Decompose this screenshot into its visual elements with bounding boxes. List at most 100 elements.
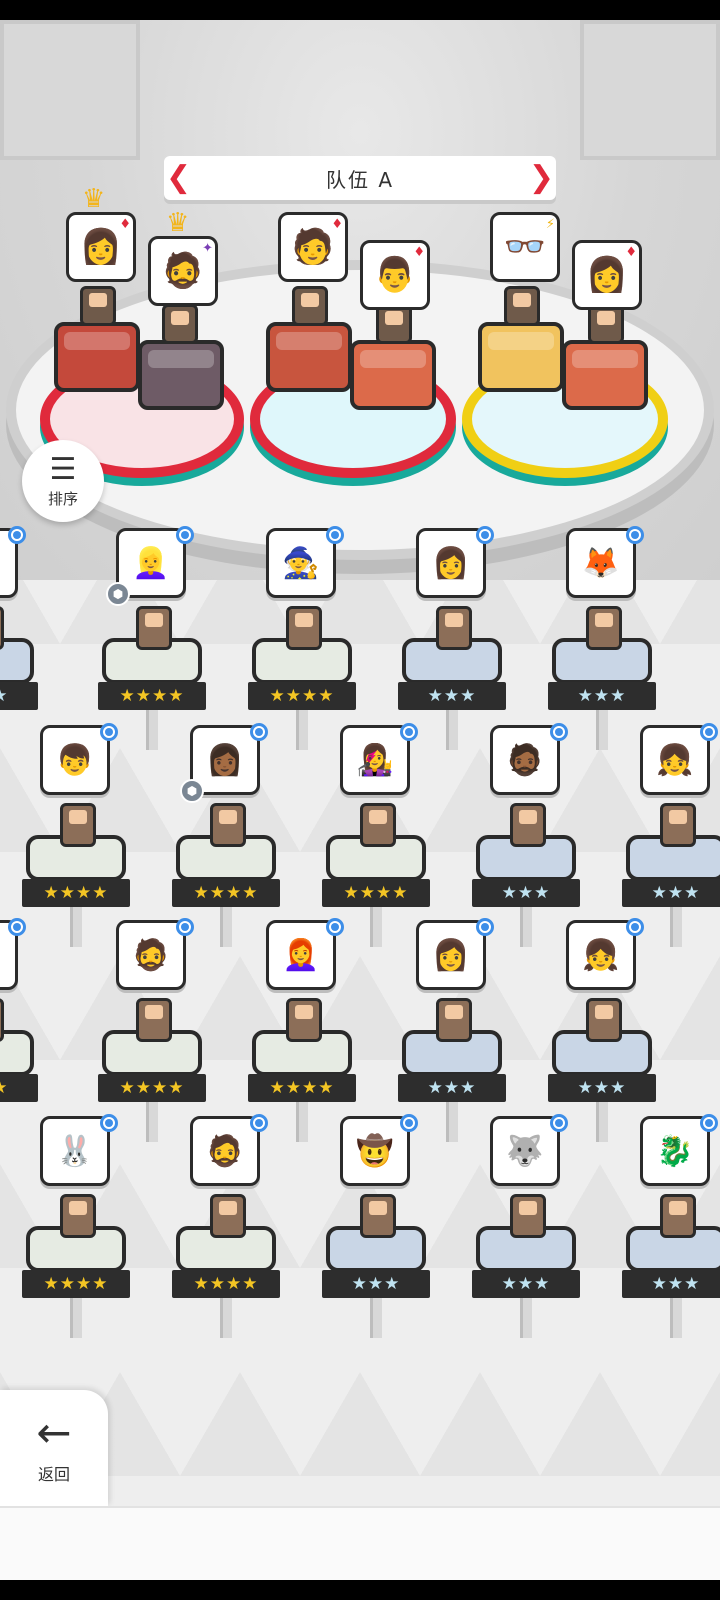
team-sprite-1 — [80, 286, 116, 326]
star-rating: ★★★★ — [98, 1074, 206, 1102]
hero-portrait[interactable]: 🦊 — [566, 528, 636, 598]
hero-card[interactable]: ★★★ 👩 — [398, 526, 510, 750]
hero-portrait[interactable]: 🧔 — [190, 1116, 260, 1186]
star-rating: ★★★ — [0, 682, 38, 710]
back-label: 返回 — [37, 1465, 70, 1484]
hero-card[interactable]: ★★★★ 🧙 — [248, 526, 360, 750]
hero-card[interactable]: ★★★ 🐉 — [622, 1114, 720, 1338]
element-badge-icon: ✦ — [202, 241, 213, 256]
chevron-left-icon[interactable]: ❮ — [166, 160, 191, 196]
hero-sprite — [660, 803, 696, 847]
hero-card[interactable]: ★★★★ 👱‍♀️ ⬢ — [98, 526, 210, 750]
star-rating: ★★★★ — [22, 879, 130, 907]
hero-card[interactable]: ★★★★ 🧔 — [172, 1114, 284, 1338]
hero-portrait[interactable]: 👩 — [416, 528, 486, 598]
hero-card[interactable]: ★★★ 👧 — [0, 526, 42, 728]
back-button[interactable]: ← 返回 — [0, 1390, 108, 1506]
hero-card[interactable]: ★★★★ 👩🏾 ⬢ — [172, 723, 284, 947]
hero-portrait[interactable]: 👩 — [416, 920, 486, 990]
crown-icon: ♛ — [166, 208, 190, 238]
status-dot-icon — [100, 1114, 118, 1132]
hero-portrait[interactable]: 👦 — [40, 725, 110, 795]
hero-sprite — [210, 803, 246, 847]
star-rating: ★★★ — [472, 1270, 580, 1298]
hero-sprite — [60, 803, 96, 847]
hero-portrait[interactable]: 🧔🏾 — [490, 725, 560, 795]
pedestal-pole — [70, 907, 82, 947]
team-pedestal-5 — [478, 322, 564, 392]
team-portrait-3[interactable]: 🧑 ♦ — [278, 212, 348, 282]
team-portrait-1[interactable]: 👩 ♦ — [66, 212, 136, 282]
hero-sprite — [660, 1194, 696, 1238]
status-dot-icon — [626, 918, 644, 936]
team-portrait-6[interactable]: 👩 ♦ — [572, 240, 642, 310]
hero-pedestal — [0, 1030, 34, 1076]
pedestal-pole — [670, 1298, 682, 1338]
character-portrait-icon: 👩‍🦰 — [282, 937, 320, 973]
hero-card[interactable]: ★★★ 🐺 — [472, 1114, 584, 1338]
pedestal-pole — [146, 1102, 158, 1142]
team-sprite-3 — [292, 286, 328, 326]
hero-card[interactable]: ★★★ 👩 — [398, 918, 510, 1142]
hero-portrait[interactable]: 👩‍🦰 — [266, 920, 336, 990]
character-portrait-icon: 🧔 — [206, 1133, 244, 1169]
status-dot-icon — [700, 1114, 718, 1132]
pedestal-pole — [520, 907, 532, 947]
character-portrait-icon: 🦊 — [582, 545, 620, 581]
status-dot-icon — [700, 723, 718, 741]
pedestal-pole — [220, 1298, 232, 1338]
hero-portrait[interactable]: 👧 — [566, 920, 636, 990]
hero-sprite — [286, 606, 322, 650]
hero-card[interactable]: ★★★ 👱 — [0, 918, 42, 1120]
team-portrait-4[interactable]: 👨 ♦ — [360, 240, 430, 310]
hero-portrait[interactable]: 👩‍🎤 — [340, 725, 410, 795]
character-portrait-icon: 🐉 — [656, 1133, 694, 1169]
star-rating: ★★★★ — [172, 1270, 280, 1298]
status-dot-icon — [250, 723, 268, 741]
hero-portrait[interactable]: 🧙 — [266, 528, 336, 598]
team-portrait-5[interactable]: 👓 ⚡ — [490, 212, 560, 282]
team-title: 队伍 A — [325, 167, 395, 192]
character-portrait-icon: 👱‍♀️ — [132, 545, 170, 581]
hero-card[interactable]: ★★★ 👧 — [548, 918, 660, 1142]
hero-card[interactable]: ★★★★ 🧔 — [98, 918, 210, 1142]
character-portrait-icon: 👩‍🎤 — [356, 742, 394, 778]
star-rating: ★★★ — [548, 682, 656, 710]
team-banner[interactable]: ❮ 队伍 A ❯ — [164, 156, 556, 200]
crown-icon: ♛ — [82, 184, 106, 214]
character-portrait-icon: 🐺 — [506, 1133, 544, 1169]
pedestal-pole — [220, 907, 232, 947]
character-portrait-icon: 👨 — [373, 255, 417, 295]
character-portrait-icon: 👧 — [0, 546, 2, 581]
chevron-right-icon[interactable]: ❯ — [529, 160, 554, 196]
hero-card[interactable]: ★★★★ 👦 — [22, 723, 134, 947]
hero-card[interactable]: ★★★ 🧔🏾 — [472, 723, 584, 947]
hero-portrait[interactable]: 🤠 — [340, 1116, 410, 1186]
team-sprite-6 — [588, 304, 624, 344]
pedestal-pole — [596, 710, 608, 750]
hero-portrait[interactable]: 👧 — [640, 725, 710, 795]
character-portrait-icon: 👩 — [432, 937, 470, 973]
sort-button[interactable]: ☰ 排序 — [22, 440, 104, 522]
hero-portrait[interactable]: 🐺 — [490, 1116, 560, 1186]
hero-card[interactable]: ★★★ 🤠 — [322, 1114, 434, 1338]
hero-card[interactable]: ★★★★ 👩‍🦰 — [248, 918, 360, 1142]
team-portrait-2[interactable]: 🧔 ✦ — [148, 236, 218, 306]
pedestal-pole — [296, 1102, 308, 1142]
character-portrait-icon: 👧 — [582, 937, 620, 973]
hero-sprite — [136, 998, 172, 1042]
hero-portrait[interactable]: 🐉 — [640, 1116, 710, 1186]
element-badge-icon: ♦ — [625, 245, 637, 260]
hero-portrait[interactable]: 🧔 — [116, 920, 186, 990]
hero-sprite — [60, 1194, 96, 1238]
hero-card[interactable]: ★★★★ 🐰 — [22, 1114, 134, 1338]
hero-sprite — [510, 1194, 546, 1238]
character-portrait-icon: 👧 — [656, 742, 694, 778]
hero-sprite — [360, 803, 396, 847]
hero-portrait[interactable]: 🐰 — [40, 1116, 110, 1186]
pedestal-pole — [70, 1298, 82, 1338]
status-dot-icon — [8, 526, 26, 544]
hero-card[interactable]: ★★★ 👧 — [622, 723, 720, 947]
hero-card[interactable]: ★★★ 🦊 — [548, 526, 660, 750]
hero-card[interactable]: ★★★★ 👩‍🎤 — [322, 723, 434, 947]
